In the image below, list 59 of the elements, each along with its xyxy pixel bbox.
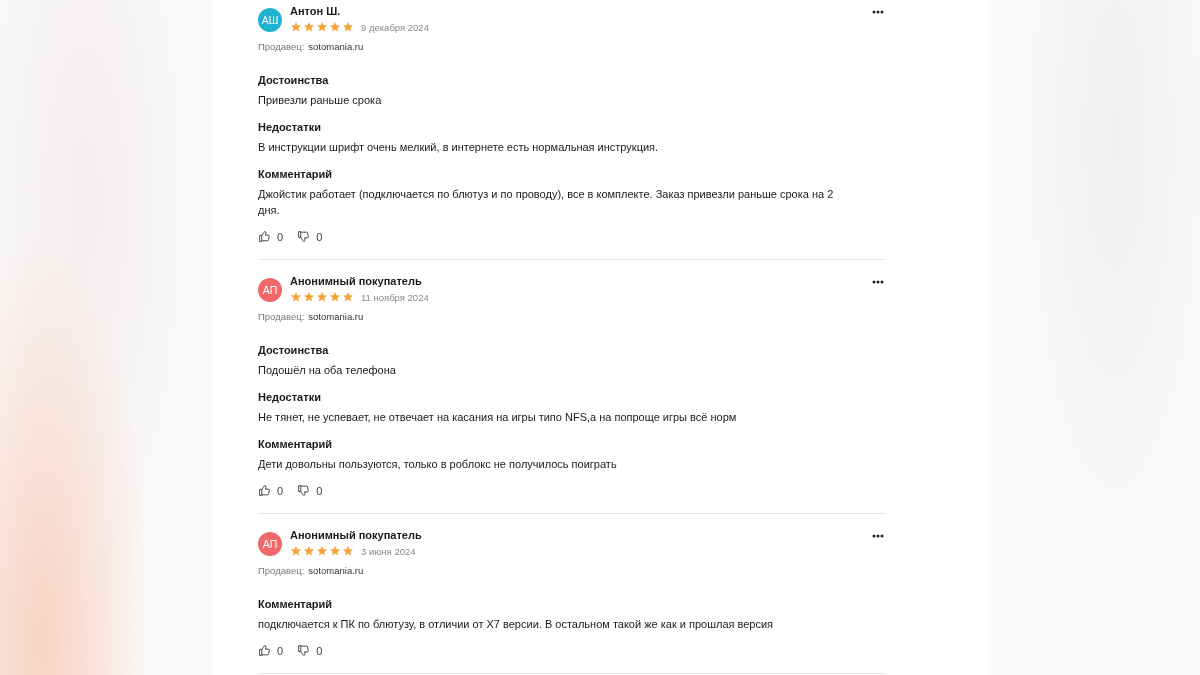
star-icon (316, 21, 328, 33)
dislike-button[interactable]: 0 (297, 484, 323, 497)
star-icon (342, 21, 354, 33)
section-title: Достоинства (258, 343, 330, 358)
author-name: Анонимный покупатель (290, 528, 423, 542)
seller-name: sotomania.ru (308, 310, 364, 324)
thumbs-down-icon (297, 484, 311, 497)
star-icon (303, 545, 315, 557)
thumbs-up-icon (258, 230, 271, 243)
seller-label: Продавец: (258, 40, 305, 54)
star-icon (290, 291, 302, 303)
section-title: Недостатки (258, 390, 322, 405)
star-icon (342, 545, 354, 557)
dislike-button[interactable]: 0 (297, 644, 323, 657)
like-button[interactable]: 0 (258, 644, 284, 657)
section-title: Недостатки (258, 120, 322, 135)
more-options-button[interactable] (870, 278, 886, 286)
star-icon (329, 21, 341, 33)
star-icon (290, 21, 302, 33)
author-name: Антон Ш. (290, 4, 342, 18)
section-text: Дети довольны пользуются, только в роблокс не получилось поиграть (258, 457, 618, 472)
section-text: Подошёл на оба телефона (258, 363, 397, 378)
star-icon (303, 21, 315, 33)
dislike-button[interactable]: 0 (297, 230, 323, 243)
author-name: Анонимный покупатель (290, 274, 423, 288)
section-title: Достоинства (258, 73, 330, 88)
star-icon (329, 291, 341, 303)
thumbs-down-icon (297, 644, 311, 657)
review-date: 11 ноября 2024 (361, 291, 429, 303)
seller-name: sotomania.ru (308, 564, 364, 578)
review-date: 3 июня 2024 (361, 545, 416, 557)
section-text: В инструкции шрифт очень мелкий, в интернете есть нормальная инструкция. (258, 140, 660, 155)
thumbs-down-icon (297, 230, 311, 243)
seller-label: Продавец: (258, 310, 305, 324)
more-options-button[interactable] (870, 8, 886, 16)
star-icon (329, 545, 341, 557)
section-text: подключается к ПК по блютузу, в отличии от X7 версии. В остальном такой же как и прошлая версия (258, 617, 775, 632)
star-icon (290, 545, 302, 557)
seller-label: Продавец: (258, 564, 305, 578)
section-title: Комментарий (258, 597, 334, 612)
section-text: Не тянет, не успевает, не отвечает на касания на игры типо NFS,а на попроще игры всё норм (258, 410, 738, 425)
star-icon (316, 291, 328, 303)
avatar: АП (258, 532, 282, 556)
seller-name: sotomania.ru (308, 40, 364, 54)
review-date: 9 декабря 2024 (361, 21, 429, 33)
star-icon (342, 291, 354, 303)
like-button[interactable]: 0 (258, 230, 284, 243)
star-icon (303, 291, 315, 303)
section-text: Джойстик работает (подключается по блютуз и по проводу), все в комплекте. Заказ привезли раньше срока на 2 дня. (258, 187, 835, 218)
star-icon (316, 545, 328, 557)
section-title: Комментарий (258, 437, 334, 452)
more-options-button[interactable] (870, 532, 886, 540)
section-title: Комментарий (258, 167, 334, 182)
avatar: АШ (258, 8, 282, 32)
thumbs-up-icon (258, 644, 271, 657)
section-text: Привезли раньше срока (258, 93, 383, 108)
thumbs-up-icon (258, 484, 271, 497)
like-button[interactable]: 0 (258, 484, 284, 497)
avatar: АП (258, 278, 282, 302)
